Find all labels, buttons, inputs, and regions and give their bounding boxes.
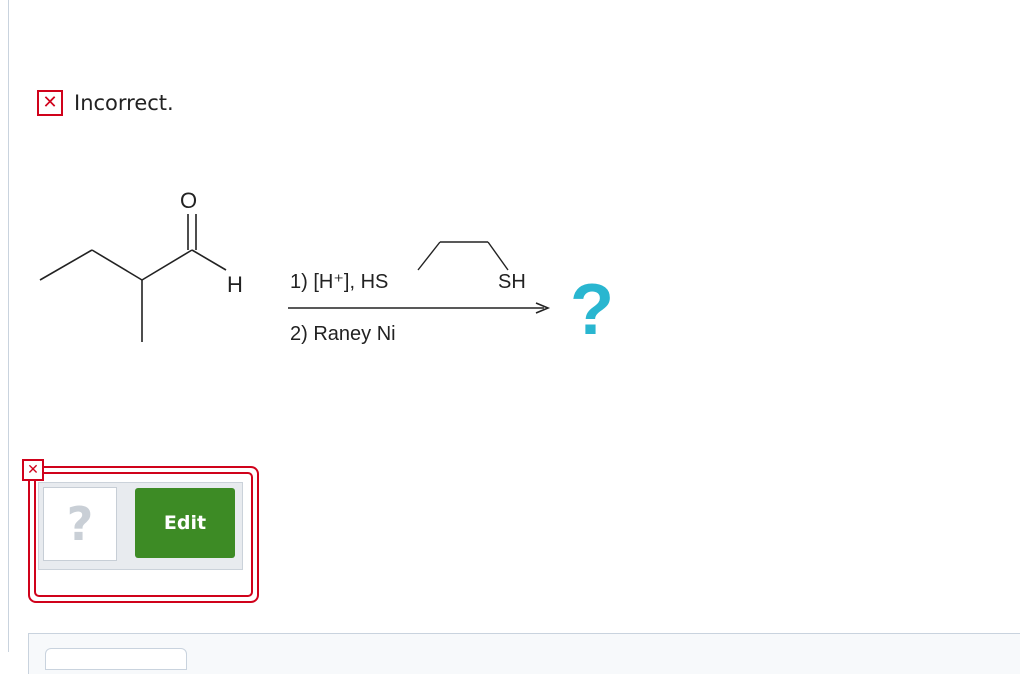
- x-mark-icon: ✕: [37, 90, 63, 116]
- status-text: Incorrect.: [74, 91, 174, 115]
- answer-structure-slot[interactable]: ?: [43, 487, 117, 561]
- reagent-step-1: 1) [H⁺], HS: [290, 271, 388, 293]
- product-question-mark: ?: [570, 270, 614, 350]
- reaction-svg: O H 1) [H⁺], HS SH 2) Raney Ni ?: [39, 188, 614, 350]
- ethylene-bridge: [417, 241, 509, 271]
- reactant-structure: [39, 214, 227, 342]
- bond-c1-c2: [39, 249, 93, 281]
- x-mark-glyph: ✕: [42, 92, 58, 113]
- edit-button[interactable]: Edit: [135, 488, 235, 558]
- bond-c3-c4: [141, 249, 193, 281]
- atom-oxygen: O: [180, 188, 197, 213]
- thiol-sh-label: SH: [498, 271, 526, 293]
- left-border-rule: [8, 0, 9, 652]
- reagent-step-2: 2) Raney Ni: [290, 323, 396, 345]
- reaction-scheme: O H 1) [H⁺], HS SH 2) Raney Ni ?: [30, 170, 650, 370]
- feedback-status: ✕ Incorrect.: [37, 88, 174, 118]
- next-section-panel: [28, 633, 1020, 674]
- next-section-tab[interactable]: [45, 648, 187, 670]
- answer-feedback-frame: ? Edit: [28, 466, 259, 603]
- question-mark-icon: ?: [66, 497, 94, 551]
- atom-hydrogen: H: [227, 272, 243, 297]
- bond-aldehyde-h: [191, 249, 227, 271]
- incorrect-corner-icon: ✕: [22, 459, 44, 481]
- bond-c2-c3: [91, 249, 143, 281]
- answer-panel: ? Edit: [38, 482, 243, 570]
- x-mark-icon-small: ✕: [27, 462, 39, 478]
